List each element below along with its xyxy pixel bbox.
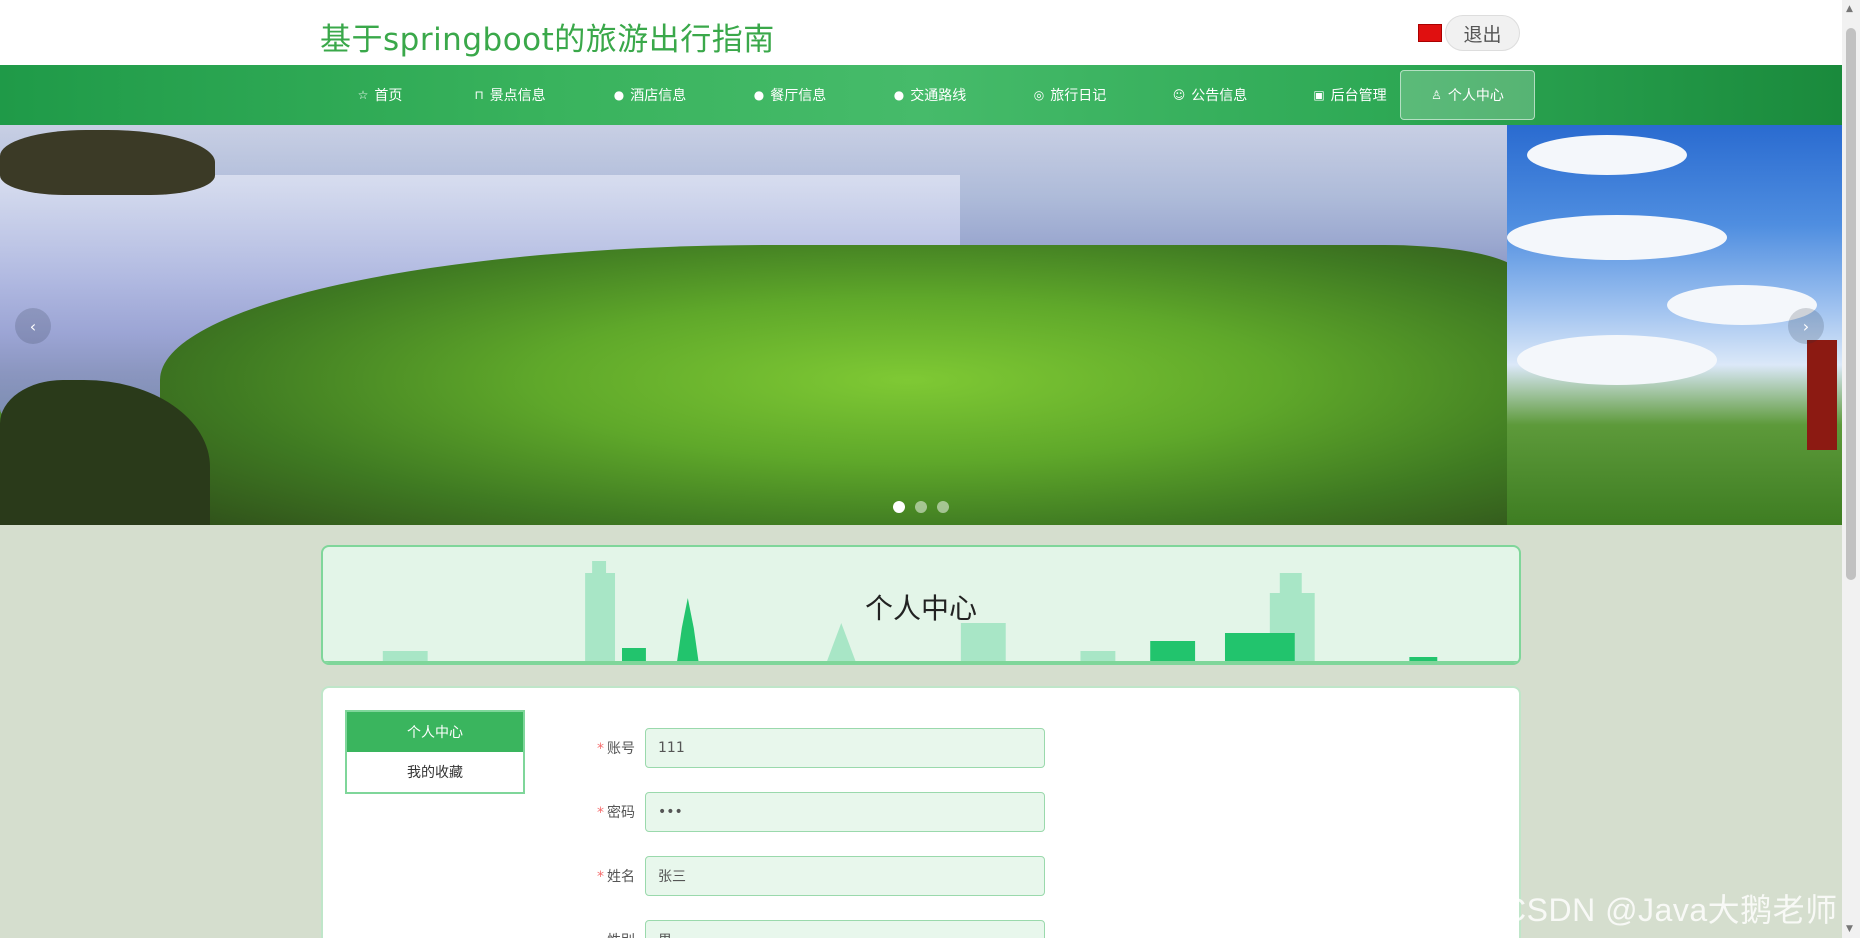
rock-graphic <box>0 130 215 195</box>
nav-item-restaurants[interactable]: ● 餐厅信息 <box>720 70 860 120</box>
form-row-gender: 性别 <box>553 920 1045 938</box>
nav-item-home[interactable]: ☆ 首页 <box>325 70 435 120</box>
side-menu-item-profile[interactable]: 个人中心 <box>347 712 523 752</box>
star-icon: ☆ <box>357 88 369 102</box>
profile-panel: 个人中心 我的收藏 *账号 *密码 *姓名 性别 <box>321 686 1521 938</box>
nav-item-label: 旅行日记 <box>1050 88 1107 104</box>
page-title: 个人中心 <box>864 592 977 625</box>
user-avatar[interactable] <box>1418 24 1442 42</box>
info-icon: ● <box>893 88 905 102</box>
cloud-graphic <box>1517 335 1717 385</box>
carousel-dot[interactable] <box>915 501 927 513</box>
account-input[interactable] <box>645 728 1045 768</box>
nav-item-profile[interactable]: ♙ 个人中心 <box>1400 70 1535 120</box>
gender-select[interactable] <box>645 920 1045 938</box>
carousel-dot[interactable] <box>893 501 905 513</box>
nav-item-label: 后台管理 <box>1330 88 1387 104</box>
shopping-bag-icon: ⊓ <box>474 88 484 102</box>
carousel-indicators <box>893 501 949 513</box>
smile-icon: ☺ <box>1172 88 1186 102</box>
field-label-text: 账号 <box>607 741 635 757</box>
carousel-slide-waterfall <box>0 125 1520 525</box>
side-menu-item-favorites[interactable]: 我的收藏 <box>347 752 523 792</box>
main-nav: ☆ 首页 ⊓ 景点信息 ● 酒店信息 ● 餐厅信息 ● 交通路线 ◎ 旅行日记 … <box>0 65 1842 125</box>
scroll-up-icon[interactable]: ▲ <box>1846 4 1853 14</box>
carousel-prev-arrow-icon[interactable]: ‹ <box>15 308 51 344</box>
required-star: * <box>597 869 604 885</box>
form-row-password: * 密码 <box>553 792 1045 832</box>
page-title-card: 个人中心 <box>321 545 1521 665</box>
scroll-thumb[interactable] <box>1846 28 1856 580</box>
nav-item-routes[interactable]: ● 交通路线 <box>860 70 1000 120</box>
nav-item-label: 首页 <box>374 88 403 104</box>
field-label: * 账号 <box>553 738 645 758</box>
cloud-graphic <box>1527 135 1687 175</box>
nav-item-label: 个人中心 <box>1447 88 1504 104</box>
nav-item-diary[interactable]: ◎ 旅行日记 <box>1000 70 1140 120</box>
required-star: * <box>597 805 604 821</box>
shop-icon: ▣ <box>1313 88 1325 102</box>
info-circle-icon: ● <box>613 88 625 102</box>
form-row-name: * 姓名 <box>553 856 1045 896</box>
field-label: * 密码 <box>553 802 645 822</box>
site-title[interactable]: 基于springboot的旅游出行指南 <box>320 14 775 59</box>
cloud-graphic <box>1507 215 1727 260</box>
field-label: * 姓名 <box>553 866 645 886</box>
required-star: * <box>597 741 604 757</box>
user-icon: ♙ <box>1431 88 1442 102</box>
page-scrollbar[interactable]: ▲ ▼ <box>1842 0 1860 938</box>
nav-item-hotels[interactable]: ● 酒店信息 <box>580 70 720 120</box>
compass-icon: ◎ <box>1033 88 1045 102</box>
nav-item-label: 交通路线 <box>910 88 967 104</box>
nav-item-label: 餐厅信息 <box>770 88 827 104</box>
nav-item-notices[interactable]: ☺ 公告信息 <box>1140 70 1280 120</box>
nav-item-label: 景点信息 <box>489 88 546 104</box>
form-row-account: * 账号 <box>553 728 1045 768</box>
banner-carousel[interactable]: ‹ › <box>0 125 1842 525</box>
nav-item-admin[interactable]: ▣ 后台管理 <box>1280 70 1420 120</box>
nav-item-label: 公告信息 <box>1191 88 1248 104</box>
nav-item-label: 酒店信息 <box>630 88 687 104</box>
password-input[interactable] <box>645 792 1045 832</box>
carousel-next-arrow-icon[interactable]: › <box>1788 308 1824 344</box>
logout-button[interactable]: 退出 <box>1445 15 1520 51</box>
carousel-dot[interactable] <box>937 501 949 513</box>
field-label-text: 密码 <box>607 805 635 821</box>
nav-item-attractions[interactable]: ⊓ 景点信息 <box>440 70 580 120</box>
side-menu: 个人中心 我的收藏 <box>345 710 525 794</box>
moss-graphic <box>160 245 1520 525</box>
field-label-text: 姓名 <box>607 869 635 885</box>
watermark: CSDN @Java大鹅老师 <box>1503 892 1838 928</box>
question-circle-icon: ● <box>753 88 765 102</box>
top-header: 基于springboot的旅游出行指南 退出 <box>0 0 1842 65</box>
name-input[interactable] <box>645 856 1045 896</box>
field-label-text: 性别 <box>607 933 635 938</box>
field-label: 性别 <box>553 930 645 938</box>
scroll-down-icon[interactable]: ▼ <box>1846 924 1853 934</box>
windmill-graphic <box>1807 340 1837 450</box>
